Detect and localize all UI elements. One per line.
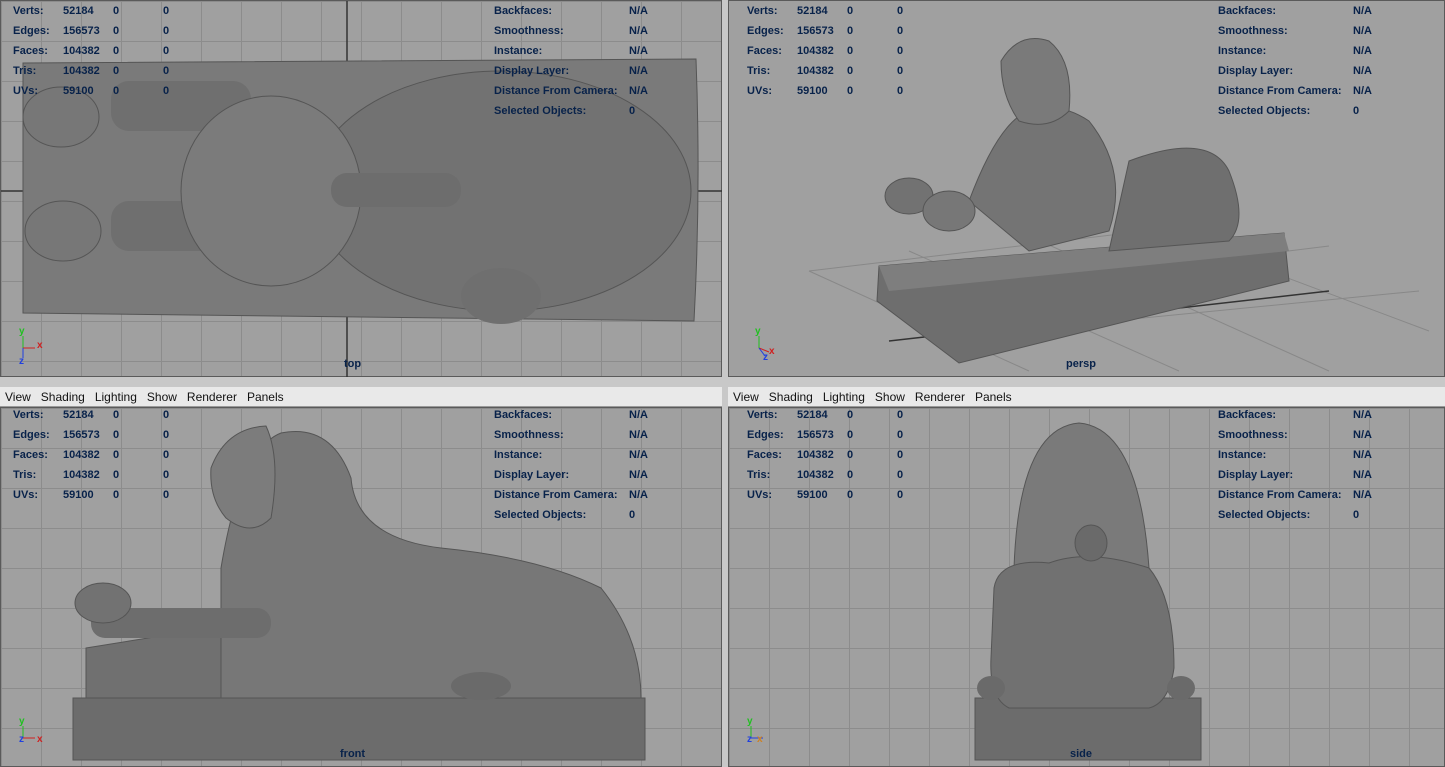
panel-menubar: View Shading Lighting Show Renderer Pane… [728,387,1445,407]
model-top-view [1,1,722,377]
model-side-view [974,422,1202,761]
menu-panels[interactable]: Panels [242,390,289,404]
panel-menubar: View Shading Lighting Show Renderer Pane… [0,387,722,407]
menu-renderer[interactable]: Renderer [910,390,970,404]
menu-lighting[interactable]: Lighting [818,390,870,404]
axis-gizmo-icon: y z x [19,716,43,745]
axis-gizmo-icon: y z x [747,716,763,745]
axis-gizmo-icon: y x z [755,326,775,363]
camera-label: side [1070,748,1093,760]
viewport-side[interactable]: Verts: 52184 0 0 Edges: 156573 0 0 Faces: 10438… [728,407,1445,767]
panel-persp: Verts: 52184 0 0 Edges: 156573 0 0 Faces: 10438… [728,0,1445,377]
menu-show[interactable]: Show [142,390,182,404]
menu-shading[interactable]: Shading [36,390,90,404]
model-persp-view [808,38,1430,372]
camera-label: persp [1066,358,1096,370]
axis-gizmo-icon: y x z [19,326,43,367]
panel-side: View Shading Lighting Show Renderer Pane… [728,387,1445,767]
menu-view[interactable]: View [0,390,36,404]
viewport-front[interactable]: Verts: 52184 0 0 Edges: 156573 0 0 Faces: 10438… [0,407,722,767]
menu-view[interactable]: View [728,390,764,404]
panel-top: Verts: 52184 0 0 Edges: 156573 0 0 Faces: 10438… [0,0,722,377]
viewport-persp[interactable]: Verts: 52184 0 0 Edges: 156573 0 0 Faces: 10438… [728,0,1445,377]
model-front-view [72,425,646,761]
menu-renderer[interactable]: Renderer [182,390,242,404]
menu-show[interactable]: Show [870,390,910,404]
viewport-top[interactable]: Verts: 52184 0 0 Edges: 156573 0 0 Faces: 10438… [0,0,722,377]
panel-front: View Shading Lighting Show Renderer Pane… [0,387,722,767]
menu-lighting[interactable]: Lighting [90,390,142,404]
menu-panels[interactable]: Panels [970,390,1017,404]
menu-shading[interactable]: Shading [764,390,818,404]
camera-label: top [344,358,362,370]
camera-label: front [340,748,366,760]
